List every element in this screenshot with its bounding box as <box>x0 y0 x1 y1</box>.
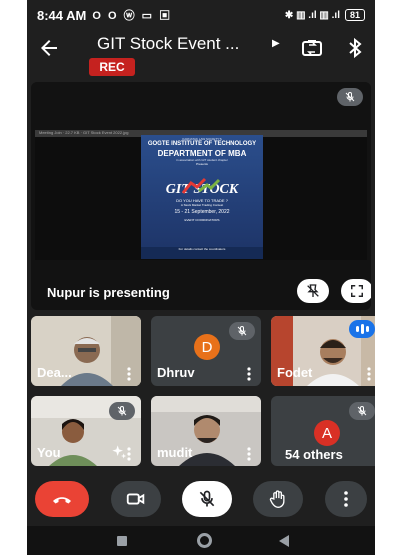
more-options-icon[interactable] <box>127 447 131 461</box>
poster-presents: Presents <box>196 162 208 166</box>
camera-icon <box>126 493 145 505</box>
camera-toggle-button[interactable] <box>111 481 161 517</box>
pin-off-icon <box>307 284 319 297</box>
status-bar: 8:44 AM O O ⓦ ▭ ▣ ✱ ▥ .ıl ▥ .ıl 81 <box>27 0 375 30</box>
hand-icon <box>269 490 285 509</box>
expand-caret-icon[interactable]: ▶ <box>272 38 280 49</box>
muted-badge <box>349 402 375 420</box>
status-time: 8:44 AM <box>37 7 87 23</box>
participant-name: Fodet <box>277 365 313 380</box>
end-call-icon <box>53 497 71 504</box>
avatar: D <box>194 334 220 360</box>
participant-name: Dea... <box>37 365 72 380</box>
mic-off-icon <box>117 405 127 416</box>
participant-tile[interactable]: Fodet <box>271 316 375 386</box>
mic-off-icon <box>237 325 247 336</box>
participant-name: You <box>37 445 61 460</box>
end-call-button[interactable] <box>35 481 89 517</box>
more-options-icon[interactable] <box>247 447 251 461</box>
switch-camera-icon[interactable] <box>300 36 324 60</box>
more-options-icon[interactable] <box>367 367 371 381</box>
android-nav-bar <box>27 526 375 555</box>
effects-sparkle-icon[interactable] <box>111 444 127 460</box>
battery-icon: 81 <box>344 9 365 21</box>
muted-badge <box>109 402 135 420</box>
muted-badge <box>229 322 255 340</box>
participant-tile[interactable]: Dea... <box>31 316 141 386</box>
call-controls <box>27 475 375 523</box>
more-vert-icon <box>344 491 348 507</box>
participant-name: Dhruv <box>157 365 195 380</box>
back-arrow-icon[interactable] <box>37 36 61 60</box>
more-options-icon[interactable] <box>247 367 251 381</box>
mic-off-icon <box>199 490 215 507</box>
fullscreen-icon <box>351 285 363 297</box>
fullscreen-button[interactable] <box>341 279 371 303</box>
home-icon[interactable] <box>197 533 212 548</box>
poster-dates: 15 - 21 September, 2022 <box>174 209 230 215</box>
raise-hand-button[interactable] <box>253 481 303 517</box>
participant-tile-self[interactable]: You <box>31 396 141 466</box>
meeting-header: GIT Stock Event ... ▶ <box>27 30 375 70</box>
participant-tile[interactable]: D Dhruv <box>151 316 261 386</box>
microphone-toggle-button[interactable] <box>182 481 232 517</box>
unpin-presentation-button[interactable] <box>297 279 329 303</box>
presentation-tile[interactable]: Meeting Join · 22.7 KB · GIT Stock Event… <box>31 82 371 310</box>
recents-icon[interactable] <box>117 536 127 546</box>
presenting-label: Nupur is presenting <box>47 285 170 300</box>
signal-icons: ✱ ▥ .ıl ▥ .ıl <box>284 9 340 21</box>
nav-back-icon[interactable] <box>279 535 289 547</box>
avatar: A <box>314 420 340 446</box>
participant-name: mudit <box>157 445 193 460</box>
system-icons: ✱ ▥ .ıl ▥ .ıl 81 <box>285 9 365 21</box>
meeting-title[interactable]: GIT Stock Event ... <box>97 34 239 54</box>
bluetooth-audio-icon[interactable] <box>346 36 364 60</box>
more-options-icon[interactable] <box>127 367 131 381</box>
poster-department: DEPARTMENT OF MBA <box>157 149 247 158</box>
speaking-indicator <box>349 320 375 338</box>
poster-subtitle: A Stock Market Trading Contest <box>180 203 224 207</box>
mic-off-icon <box>357 405 367 416</box>
others-tile[interactable]: A 54 others <box>271 396 375 466</box>
recording-badge: REC <box>89 58 135 76</box>
poster-institute: GOGTE INSTITUTE OF TECHNOLOGY <box>147 141 257 147</box>
more-options-button[interactable] <box>325 481 367 517</box>
participant-tile[interactable]: mudit <box>151 396 261 466</box>
event-poster: KARNATAK LAW SOCIETY'S GOGTE INSTITUTE O… <box>141 135 263 259</box>
bull-bear-graphic <box>181 177 221 194</box>
notification-icons: O O ⓦ ▭ ▣ <box>92 10 173 22</box>
phone-screen: 8:44 AM O O ⓦ ▭ ▣ ✱ ▥ .ıl ▥ .ıl 81 GIT S… <box>27 0 375 555</box>
presenter-muted-badge <box>337 88 363 106</box>
poster-footer: For details contact the coordinators <box>141 247 263 259</box>
poster-contact: EVENT COORDINATORS <box>184 218 220 222</box>
mic-off-icon <box>345 91 355 102</box>
shared-screen: Meeting Join · 22.7 KB · GIT Stock Event… <box>35 130 367 260</box>
others-count: 54 others <box>285 447 343 462</box>
